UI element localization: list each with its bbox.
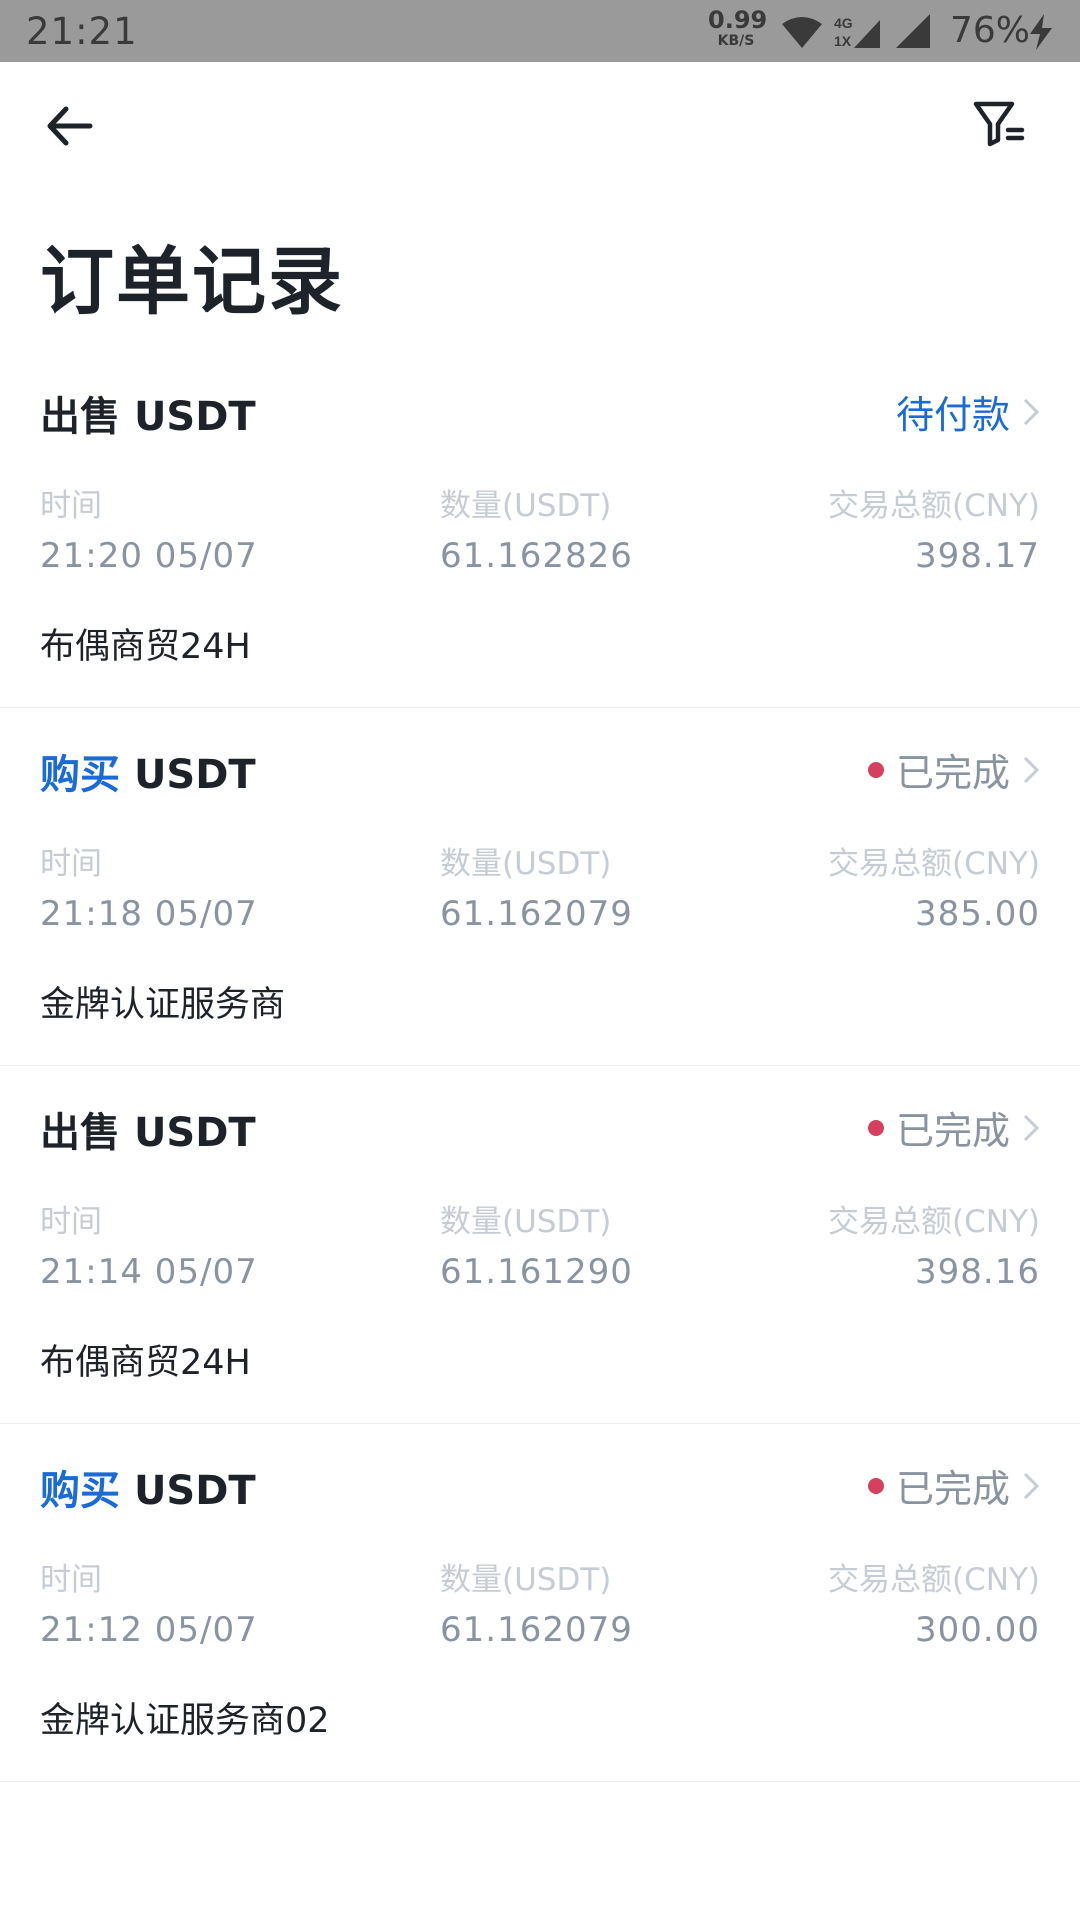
amount-label: 数量(USDT)	[440, 1204, 612, 1240]
order-amount: 61.162826	[440, 536, 633, 576]
back-button[interactable]	[40, 96, 110, 156]
order-asset: USDT	[133, 394, 256, 440]
order-card[interactable]: 购买 USDT 已完成 时间 数量(USDT) 交易总额(CNY) 21:18 …	[0, 708, 1080, 1066]
order-total: 385.00	[915, 894, 1040, 934]
status-time: 21:21	[26, 10, 138, 53]
order-amount: 61.162079	[440, 894, 633, 934]
merchant-name: 布偶商贸24H	[40, 627, 251, 667]
page-title: 订单记录	[40, 239, 344, 325]
wifi-icon	[782, 17, 822, 48]
chevron-right-icon	[1023, 756, 1040, 783]
total-label: 交易总额(CNY)	[828, 846, 1040, 882]
order-status[interactable]: 已完成	[867, 1458, 1040, 1513]
order-asset: USDT	[133, 1110, 256, 1156]
order-time: 21:14 05/07	[40, 1252, 258, 1292]
charging-icon	[1030, 14, 1052, 50]
chevron-right-icon	[1023, 1114, 1040, 1141]
filter-icon	[973, 101, 1025, 147]
time-label: 时间	[40, 488, 102, 524]
filter-button[interactable]	[970, 94, 1040, 158]
order-type: 购买 USDT	[40, 742, 256, 800]
order-total: 300.00	[915, 1610, 1040, 1650]
order-time: 21:20 05/07	[40, 536, 258, 576]
order-type: 出售 USDT	[40, 1100, 256, 1158]
order-card[interactable]: 出售 USDT 待付款 时间 数量(USDT) 交易总额(CNY) 21:20 …	[0, 350, 1080, 708]
merchant-name: 金牌认证服务商	[40, 985, 286, 1025]
order-card[interactable]: 出售 USDT 已完成 时间 数量(USDT) 交易总额(CNY) 21:14 …	[0, 1066, 1080, 1424]
status-dot	[867, 1477, 884, 1494]
signal-icons: 4G 1X	[782, 14, 930, 49]
order-time: 21:18 05/07	[40, 894, 258, 934]
merchant-name: 布偶商贸24H	[40, 1343, 251, 1383]
order-time: 21:12 05/07	[40, 1610, 258, 1650]
order-type: 购买 USDT	[40, 1458, 256, 1516]
time-label: 时间	[40, 846, 102, 882]
order-amount: 61.162079	[440, 1610, 633, 1650]
order-amount: 61.161290	[440, 1252, 633, 1292]
order-action: 购买	[40, 752, 120, 798]
amount-label: 数量(USDT)	[440, 846, 612, 882]
net-type-bottom: 1X	[834, 33, 852, 49]
chevron-right-icon	[1023, 398, 1040, 425]
top-bar	[0, 62, 1080, 180]
total-label: 交易总额(CNY)	[828, 1204, 1040, 1240]
order-type: 出售 USDT	[40, 384, 256, 442]
order-status[interactable]: 待付款	[896, 384, 1040, 439]
network-speed-unit: KB/S	[717, 33, 755, 49]
battery-level: 76%	[950, 10, 1031, 51]
order-status-label: 已完成	[895, 1109, 1010, 1153]
status-bar: 21:21 0.99 KB/S 4G 1X 76%	[0, 0, 1080, 62]
order-status-label: 待付款	[895, 393, 1010, 437]
order-status[interactable]: 已完成	[867, 742, 1040, 797]
order-status[interactable]: 已完成	[867, 1100, 1040, 1155]
total-label: 交易总额(CNY)	[828, 488, 1040, 524]
amount-label: 数量(USDT)	[440, 1562, 612, 1598]
order-action: 出售	[40, 1110, 120, 1156]
amount-label: 数量(USDT)	[440, 488, 612, 524]
status-dot	[867, 1119, 884, 1136]
order-status-label: 已完成	[895, 1467, 1010, 1511]
time-label: 时间	[40, 1204, 102, 1240]
cell-signal-icon-2	[896, 14, 930, 48]
merchant-name: 金牌认证服务商02	[40, 1701, 330, 1741]
order-action: 出售	[40, 394, 120, 440]
order-action: 购买	[40, 1468, 120, 1514]
time-label: 时间	[40, 1562, 102, 1598]
net-type-top: 4G	[834, 15, 853, 31]
status-dot	[867, 761, 884, 778]
order-card[interactable]: 购买 USDT 已完成 时间 数量(USDT) 交易总额(CNY) 21:12 …	[0, 1424, 1080, 1782]
order-total: 398.16	[915, 1252, 1040, 1292]
arrow-left-icon	[47, 106, 93, 146]
order-asset: USDT	[133, 752, 256, 798]
order-status-label: 已完成	[895, 751, 1010, 795]
order-asset: USDT	[133, 1468, 256, 1514]
order-total: 398.17	[915, 536, 1040, 576]
network-speed: 0.99 KB/S	[708, 6, 768, 49]
network-speed-value: 0.99	[708, 6, 768, 34]
chevron-right-icon	[1023, 1472, 1040, 1499]
order-list: 出售 USDT 待付款 时间 数量(USDT) 交易总额(CNY) 21:20 …	[0, 350, 1080, 1782]
total-label: 交易总额(CNY)	[828, 1562, 1040, 1598]
cell-signal-icon-1	[854, 20, 880, 48]
